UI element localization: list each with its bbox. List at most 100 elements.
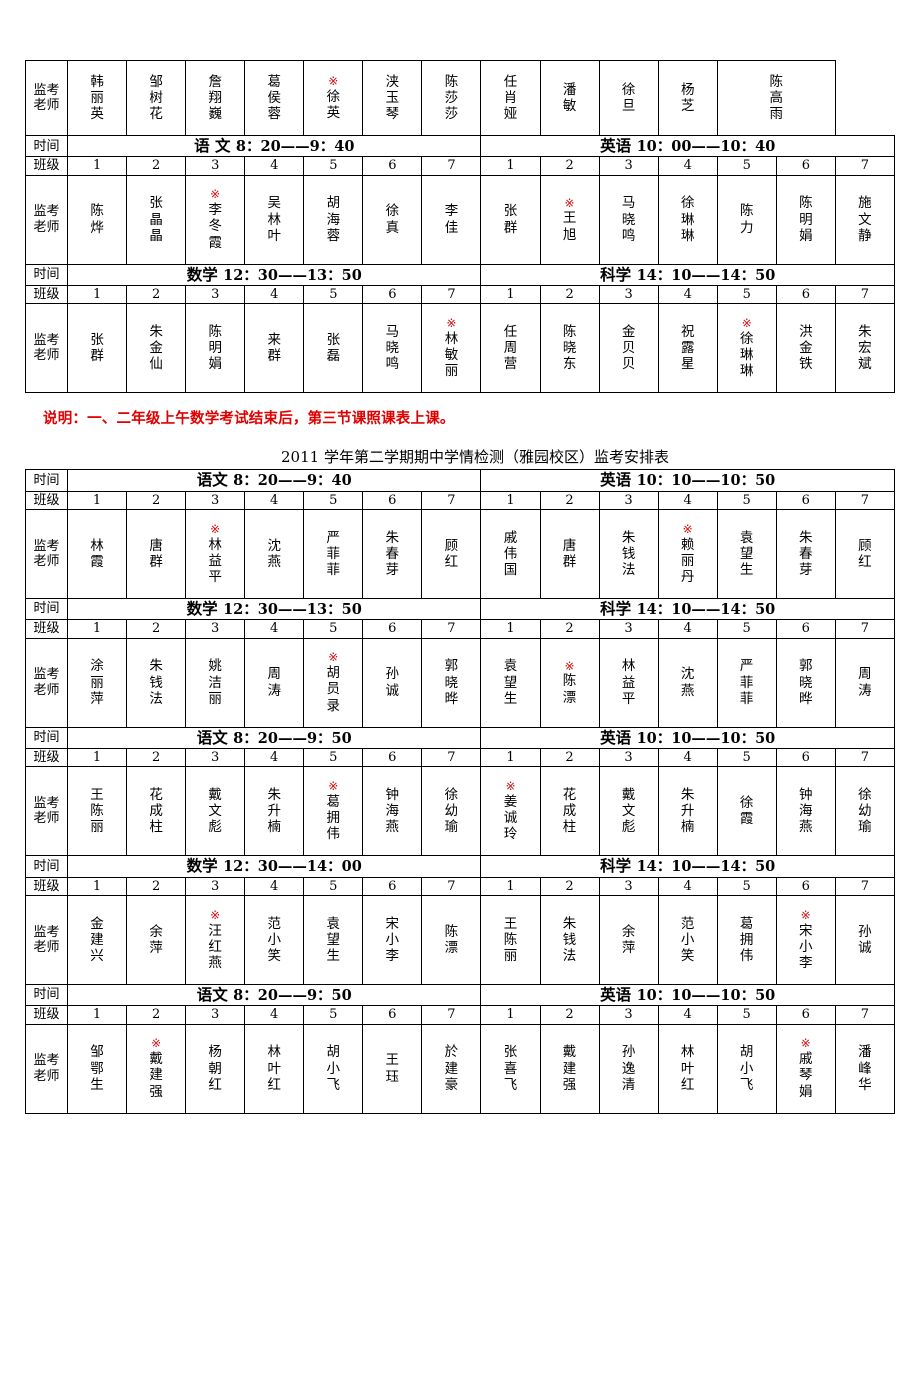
class-number-cell: 1 <box>480 490 541 510</box>
proctor-name-cell: 来群 <box>244 303 305 394</box>
name-char: 韩 <box>90 73 104 90</box>
class-row: 班级 1 2 3 4 5 6 7 1 2 3 4 5 6 7 <box>24 876 896 896</box>
class-number-cell: 7 <box>834 876 896 896</box>
row-label-line: 监考 <box>33 667 60 683</box>
name-char: 张 <box>149 195 163 212</box>
name-char: 燕 <box>798 819 813 836</box>
asterisk-mark-icon: ※ <box>328 73 339 88</box>
name-char: 诚 <box>503 810 518 827</box>
name-char: 瑜 <box>444 819 459 836</box>
proctor-name: ※ 姜诚玲 <box>481 779 539 842</box>
class-number-cell: 1 <box>67 156 128 176</box>
name-char: 丹 <box>680 568 695 585</box>
name-char: 钱 <box>562 931 577 948</box>
proctor-name: 林霞 <box>68 538 126 570</box>
proctor-name-cell: 唐群 <box>539 508 600 599</box>
name-char: 莎 <box>444 106 459 123</box>
name-char: 萍 <box>90 690 104 707</box>
class-number-cell: 6 <box>775 284 836 305</box>
class-number-cell: 4 <box>244 876 305 896</box>
proctor-name: 徐幼瑜 <box>836 787 894 836</box>
name-char: 伟 <box>739 948 754 965</box>
proctor-name-cell: 郭晓晔 <box>421 637 482 728</box>
proctor-name-cell: 徐旦 <box>598 60 659 136</box>
proctor-name: 杨芝 <box>659 82 717 114</box>
class-number-cell: 6 <box>775 490 836 510</box>
proctor-name: 徐真 <box>363 203 421 235</box>
proctor-name: 陈莎莎 <box>422 74 480 123</box>
class-number-cell: 3 <box>598 619 659 639</box>
proctor-name: 陈晓东 <box>541 324 599 373</box>
name-char: 潘 <box>858 1044 872 1061</box>
proctor-name: 袁望生 <box>481 658 539 707</box>
proctor-name-cell: 王陈丽 <box>67 766 128 857</box>
name-char: 敏 <box>444 347 459 364</box>
time-cell-morning: 语文 8：20——9：50 <box>67 983 482 1007</box>
row-label-line: 监考 <box>33 538 60 554</box>
name-char: 春 <box>798 545 813 562</box>
class-number-cell: 4 <box>657 876 718 896</box>
time-range: 8：20——9：40 <box>233 472 352 490</box>
name-char: 明 <box>799 211 813 228</box>
proctor-name-cell: 周涛 <box>244 637 305 728</box>
time-range: 8：20——9：50 <box>233 986 352 1004</box>
class-row: 班级 1 2 3 4 5 6 7 1 2 3 4 5 6 7 <box>24 747 896 768</box>
class-number-cell: 2 <box>539 1005 600 1025</box>
proctor-name: ※ 徐英 <box>304 73 362 121</box>
name-char: 陈 <box>208 324 222 341</box>
proctor-name-cell: 孙诚 <box>362 637 423 728</box>
row-label-proctor: 监考 老师 <box>24 303 69 394</box>
name-char: 员 <box>326 681 340 698</box>
proctor-name-cell: 韩丽英 <box>67 60 128 136</box>
class-number-cell: 5 <box>716 284 777 305</box>
name-char: 菲 <box>739 674 754 691</box>
subject-label: 语文 <box>196 984 234 1004</box>
name-char: 朱 <box>149 658 163 675</box>
name-char: 漂 <box>562 689 577 706</box>
name-char: 燕 <box>385 819 400 836</box>
class-number-cell: 2 <box>539 619 600 639</box>
name-char: 姚 <box>208 658 222 675</box>
proctor-name: 陈高雨 <box>718 74 835 123</box>
name-char: 晶 <box>149 227 163 244</box>
name-char: 钟 <box>798 787 813 803</box>
name-char: 法 <box>149 690 163 707</box>
name-char: 杨 <box>208 1044 222 1061</box>
name-char: 小 <box>739 1060 754 1077</box>
proctor-name-cell: ※ 葛拥伟 <box>303 766 364 857</box>
proctor-name-cell: 陈晓东 <box>539 303 600 394</box>
proctor-name-cell: 邹树花 <box>126 60 187 136</box>
name-char: 潘 <box>562 81 577 98</box>
name-char: 诚 <box>385 682 400 699</box>
class-number-cell: 3 <box>598 1005 659 1025</box>
time-row: 时间 语文 8：20——9：50 英语 10：10——10：50 <box>24 726 895 749</box>
row-label-proctor: 监考 老师 <box>24 1023 69 1114</box>
proctor-name-cell: 袁望生 <box>480 637 541 728</box>
name-char: 朱 <box>680 787 695 803</box>
name-char: 清 <box>621 1076 636 1093</box>
name-char: 海 <box>326 211 341 228</box>
time-row: 时间 语文 8：20——9：50 英语 10：10——10：50 <box>24 983 895 1007</box>
proctor-name-cell: ※ 王旭 <box>539 174 600 265</box>
name-char: 法 <box>621 562 636 579</box>
proctor-name: ※ 林益平 <box>186 522 244 585</box>
class-number-cell: 3 <box>598 284 659 305</box>
name-char: 王 <box>503 915 518 932</box>
name-char: 玉 <box>385 89 400 106</box>
time-range: 10：10——10：50 <box>636 986 776 1004</box>
name-char: 晶 <box>149 211 163 228</box>
name-char: 陈 <box>444 73 459 90</box>
class-number-cell: 3 <box>185 876 246 896</box>
name-char: 钱 <box>149 674 163 691</box>
name-char: 陈 <box>503 931 518 948</box>
proctor-name-cell: 胡海蓉 <box>303 174 364 265</box>
proctor-name: 周涛 <box>836 666 894 698</box>
time-cell-afternoon: 英语 10：10——10：50 <box>480 726 895 749</box>
row-label-proctor: 监考 老师 <box>24 174 69 265</box>
proctor-name: 戴文彪 <box>186 787 244 836</box>
proctor-name: 胡小飞 <box>304 1044 362 1093</box>
class-number-cell: 5 <box>716 747 777 768</box>
name-char: 国 <box>503 562 518 579</box>
name-char: 周 <box>858 666 872 683</box>
subject-label: 数学 <box>186 264 224 284</box>
